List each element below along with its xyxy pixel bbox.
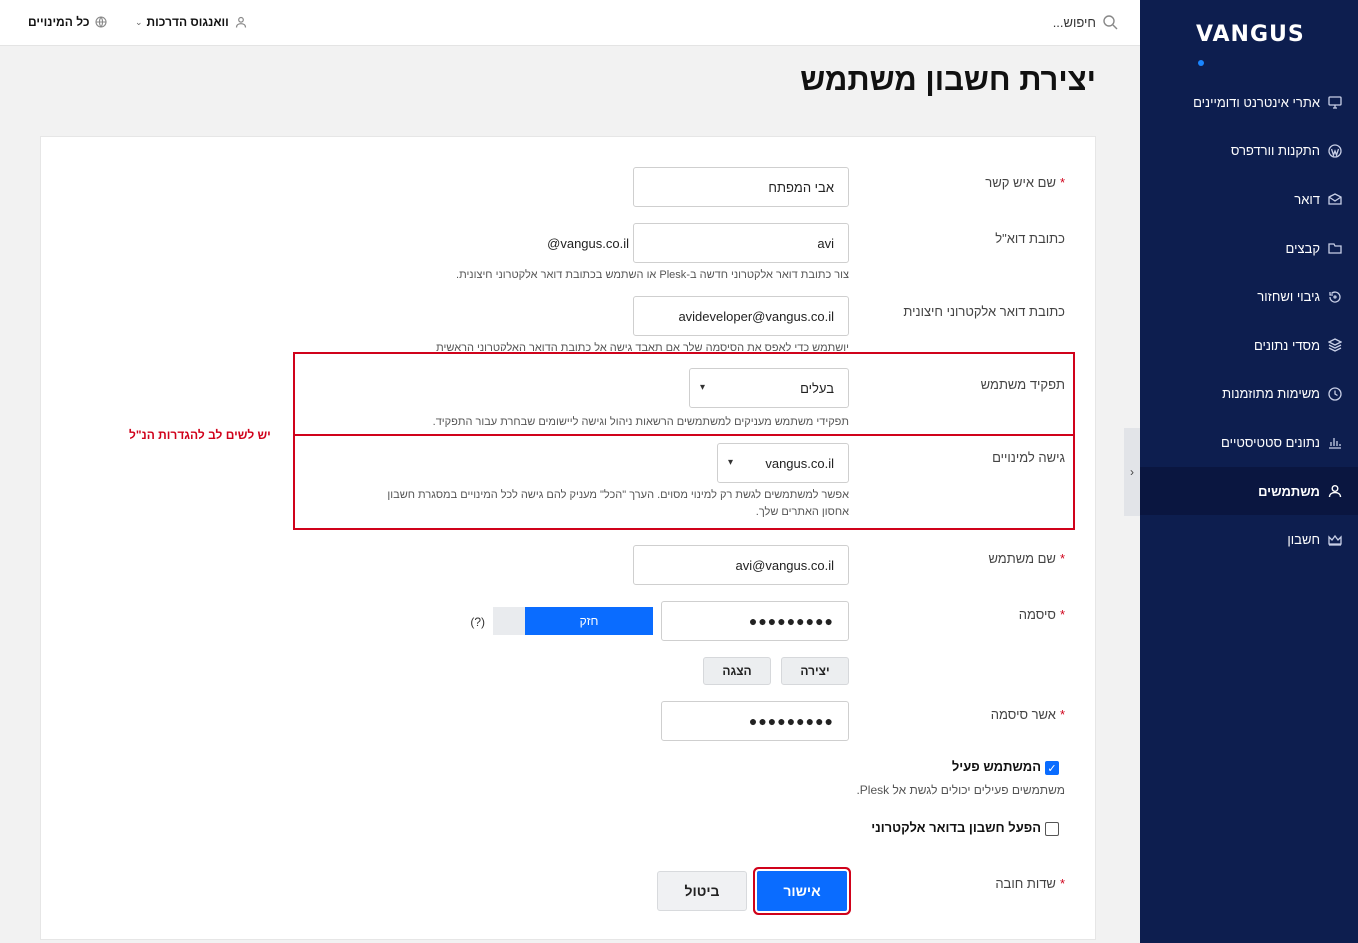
sidebar-item-label: משימות מתוזמנות	[1222, 386, 1320, 402]
generate-password-button[interactable]: יצירה	[781, 657, 849, 685]
required-marker: *	[1059, 551, 1065, 566]
annotation-note: יש לשים לב להגדרות הנ"ל	[129, 428, 271, 442]
sidebar-item-label: משתמשים	[1258, 483, 1320, 499]
required-marker: *	[1059, 607, 1065, 622]
user-form: *שם איש קשר אבי המפתח כתובת דוא"ל avi @v…	[40, 136, 1096, 940]
user-name: וואנגוס הדרכות	[146, 15, 229, 29]
sidebar-item-mail[interactable]: דואר	[1140, 175, 1358, 224]
subscription-access-hint-line: אחסון האתרים שלך.	[755, 506, 849, 518]
email-domain: @vangus.co.il	[547, 236, 629, 251]
crown-icon	[1328, 533, 1342, 547]
mail-icon	[1328, 192, 1342, 206]
vangus-logo[interactable]: VANGUS	[1196, 22, 1306, 66]
globe-icon	[95, 16, 108, 28]
password-label: *סיסמה	[1018, 607, 1065, 622]
confirm-password-label: *אשר סיסמה	[990, 707, 1065, 722]
confirm-password-input[interactable]: ●●●●●●●●●	[661, 701, 849, 741]
active-user-label: המשתמש פעיל	[951, 759, 1041, 774]
logo-dot	[1198, 60, 1204, 66]
sidebar-item-label: חשבון	[1287, 532, 1320, 548]
subscription-access-hint: אפשר למשתמשים לגשת רק למינוי מסוים. הערך…	[387, 487, 849, 521]
role-value: בעלים	[800, 380, 834, 396]
page-title: יצירת חשבון משתמש	[800, 62, 1096, 97]
subscriptions-label: כל המינויים	[28, 15, 90, 29]
active-user-hint: משתמשים פעילים יכולים לגשת אל Plesk.	[856, 783, 1065, 797]
required-marker: *	[1059, 876, 1065, 891]
user-menu[interactable]: וואנגוס הדרכות ⌄	[135, 15, 247, 29]
sidebar-item-users[interactable]: משתמשים	[1140, 466, 1358, 516]
subscriptions-menu[interactable]: כל המינויים	[28, 15, 108, 29]
sidebar-item-databases[interactable]: מסדי נתונים	[1140, 321, 1358, 370]
folder-icon	[1328, 241, 1342, 255]
sidebar-item-wordpress[interactable]: התקנות וורדפרס	[1140, 127, 1358, 176]
username-input[interactable]: avi@vangus.co.il	[633, 545, 849, 585]
external-email-hint: יושתמש כדי לאפס את הסיסמה שלך אם תאבד גי…	[436, 342, 849, 351]
subscription-access-label: גישה למינויים	[992, 450, 1065, 465]
subscription-access-value: vangus.co.il	[765, 455, 834, 471]
search-box[interactable]: חיפוש...	[1053, 14, 1118, 30]
password-strength-fill: חזק	[525, 607, 653, 635]
password-help-icon[interactable]: (?)	[470, 615, 485, 629]
check-icon: ✓	[1047, 762, 1057, 775]
clock-icon	[1328, 387, 1342, 401]
chevron-down-icon: ⌄	[135, 16, 143, 27]
sidebar-nav: אתרי אינטרנט ודומיינים התקנות וורדפרס דו…	[1140, 78, 1358, 564]
sidebar-item-backup[interactable]: גיבוי ושחזור	[1140, 272, 1358, 321]
role-label: תפקיד משתמש	[980, 377, 1065, 392]
password-strength-meter: חזק	[493, 607, 653, 635]
sidebar-item-label: מסדי נתונים	[1253, 337, 1320, 353]
contact-name-input[interactable]: אבי המפתח	[633, 167, 849, 207]
contact-name-label: *שם איש קשר	[985, 175, 1065, 190]
role-hint: תפקידי משתמש מעניקים למשתמשים הרשאות ניה…	[432, 416, 849, 428]
password-input[interactable]: ●●●●●●●●●	[661, 601, 849, 641]
external-email-input[interactable]: avideveloper@vangus.co.il	[633, 296, 849, 336]
role-select[interactable]: בעלים ▾	[689, 368, 849, 408]
user-icon	[1328, 484, 1342, 498]
database-icon	[1327, 338, 1343, 352]
username-label: *שם משתמש	[988, 551, 1065, 566]
show-password-button[interactable]: הצגה	[703, 657, 771, 685]
cancel-button[interactable]: ביטול	[657, 871, 747, 911]
sidebar-item-label: קבצים	[1285, 240, 1320, 256]
mail-account-checkbox[interactable]	[1045, 822, 1059, 836]
user-icon	[235, 16, 247, 28]
sidebar: VANGUS אתרי אינטרנט ודומיינים התקנות וור…	[1140, 0, 1358, 943]
sidebar-item-label: התקנות וורדפרס	[1230, 143, 1320, 159]
required-fields-note: *שדות חובה	[995, 876, 1065, 891]
email-input[interactable]: avi	[633, 223, 849, 263]
sidebar-item-label: נתונים סטטיסטיים	[1221, 434, 1320, 450]
sidebar-item-account[interactable]: חשבון	[1140, 515, 1358, 564]
sidebar-collapse-handle[interactable]: ‹	[1124, 428, 1140, 516]
password-strength-empty	[493, 607, 525, 635]
ok-button[interactable]: אישור	[757, 871, 847, 911]
subscription-access-hint-line: אפשר למשתמשים לגשת רק למינוי מסוים. הערך…	[387, 489, 849, 501]
sidebar-item-label: אתרי אינטרנט ודומיינים	[1193, 94, 1320, 110]
active-user-checkbox[interactable]: ✓	[1045, 761, 1059, 775]
backup-icon	[1328, 290, 1342, 304]
sidebar-item-label: דואר	[1294, 191, 1320, 207]
mail-account-label: הפעל חשבון בדואר אלקטרוני	[871, 820, 1041, 835]
required-marker: *	[1059, 707, 1065, 722]
chart-icon	[1328, 435, 1342, 450]
required-marker: *	[1059, 175, 1065, 190]
chevron-down-icon: ▾	[728, 457, 734, 468]
search-icon	[1102, 14, 1118, 30]
sidebar-item-statistics[interactable]: נתונים סטטיסטיים	[1140, 418, 1358, 467]
email-label: כתובת דוא"ל	[995, 231, 1065, 246]
chevron-down-icon: ▾	[700, 382, 706, 393]
external-email-label: כתובת דואר אלקטרוני חיצונית	[903, 304, 1065, 319]
sidebar-item-files[interactable]: קבצים	[1140, 224, 1358, 273]
top-bar: חיפוש... וואנגוס הדרכות ⌄ כל המינויים	[0, 0, 1140, 46]
sidebar-item-scheduled-tasks[interactable]: משימות מתוזמנות	[1140, 370, 1358, 419]
email-hint: צור כתובת דואר אלקטרוני חדשה ב-Plesk או …	[456, 269, 849, 281]
sidebar-item-label: גיבוי ושחזור	[1257, 289, 1320, 305]
monitor-icon	[1328, 95, 1342, 109]
wordpress-icon	[1328, 144, 1342, 158]
subscription-access-select[interactable]: vangus.co.il ▾	[717, 443, 849, 483]
chevron-left-icon: ‹	[1130, 465, 1134, 479]
search-input[interactable]: חיפוש...	[1053, 15, 1096, 30]
sidebar-item-websites[interactable]: אתרי אינטרנט ודומיינים	[1140, 78, 1358, 127]
